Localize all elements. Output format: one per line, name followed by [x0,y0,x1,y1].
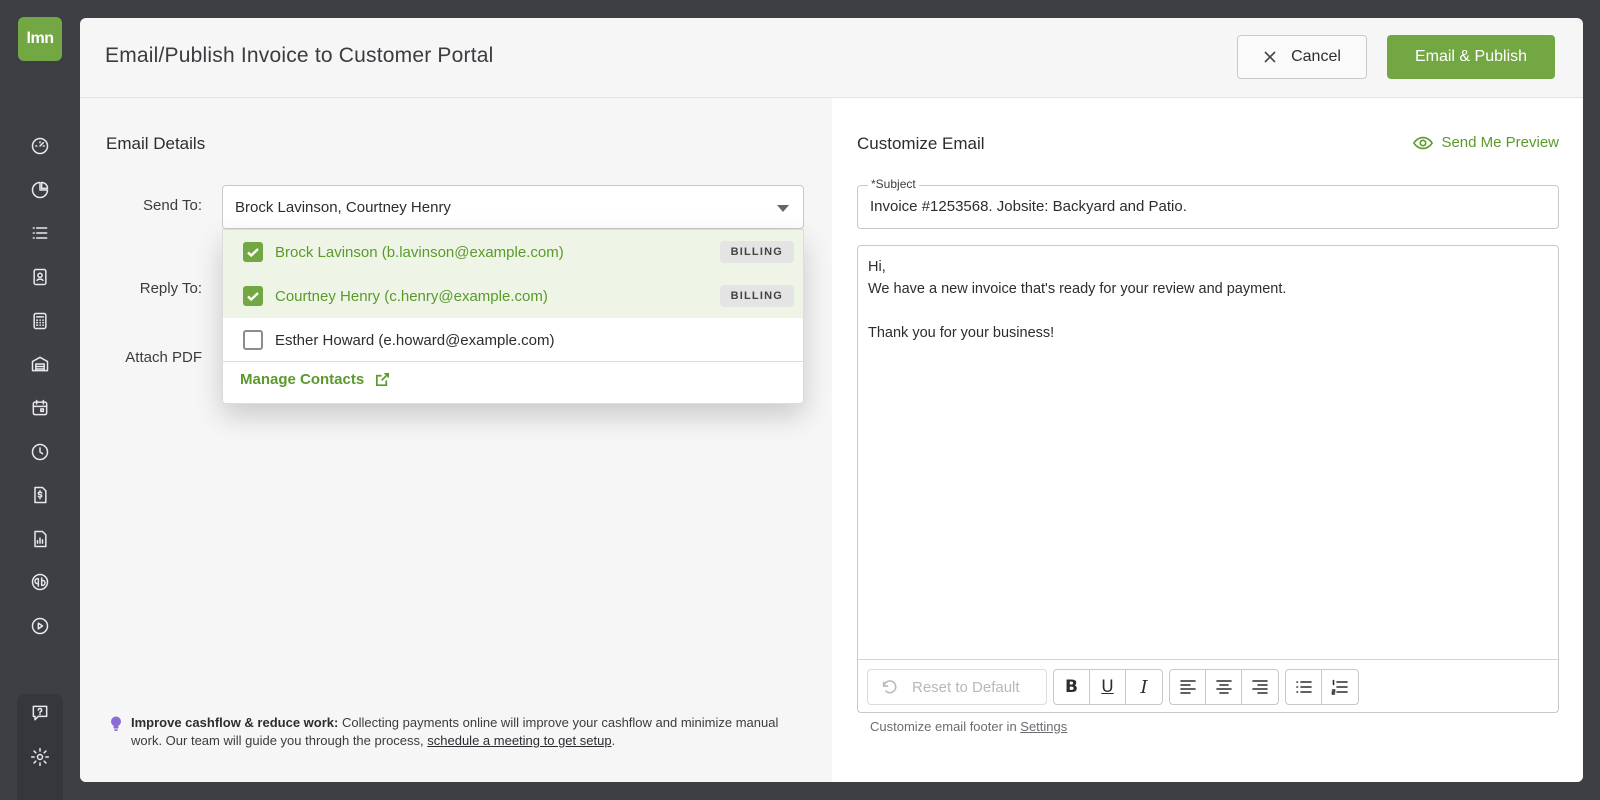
external-link-icon [376,372,390,387]
subject-label: *Subject [868,177,919,191]
contact-card-icon[interactable] [26,263,54,291]
underline-icon: U [1101,677,1114,697]
italic-button[interactable]: I [1126,670,1162,704]
send-to-label: Send To: [143,197,202,214]
text-format-group: B U I [1053,669,1163,705]
underline-button[interactable]: U [1090,670,1126,704]
send-to-select[interactable]: Brock Lavinson, Courtney Henry [222,185,804,229]
lmn-logo[interactable]: lmn [18,17,62,61]
email-details-pane: Email Details Send To: Reply To: Attach … [80,98,832,782]
undo-icon [882,680,897,694]
lightbulb-icon [111,716,121,731]
report-chart-icon[interactable] [26,525,54,553]
modal-header: Email/Publish Invoice to Customer Portal… [80,18,1583,98]
numbered-list-button[interactable] [1322,670,1358,704]
list-group [1285,669,1359,705]
billing-badge: BILLING [719,285,794,307]
pie-chart-icon[interactable] [26,176,54,204]
align-left-button[interactable] [1170,670,1206,704]
customize-email-title: Customize Email [857,134,985,153]
email-body-editor[interactable]: Hi, We have a new invoice that's ready f… [857,245,1559,713]
chevron-down-icon [777,205,789,212]
settings-gear-icon[interactable] [26,743,54,771]
eye-icon [1413,136,1434,149]
contact-option[interactable]: Brock Lavinson (b.lavinson@example.com) … [223,230,803,274]
dropdown-divider [223,361,803,362]
checkbox-checked[interactable] [243,242,263,262]
calendar-icon[interactable] [26,394,54,422]
sidebar: lmn [0,0,78,800]
bullet-list-button[interactable] [1286,670,1322,704]
align-right-icon [1252,680,1268,694]
reply-to-label: Reply To: [139,280,202,297]
close-icon [1264,51,1276,63]
attach-pdf-label: Attach PDF [125,349,202,366]
align-left-icon [1179,680,1196,694]
email-details-title: Email Details [106,134,206,153]
contact-option[interactable]: Courtney Henry (c.henry@example.com) BIL… [223,274,803,318]
italic-icon: I [1140,676,1148,698]
align-center-icon [1215,680,1232,694]
reset-to-default-button[interactable]: Reset to Default [867,669,1047,705]
cashflow-tip: Improve cashflow & reduce work: Collecti… [108,714,788,750]
warehouse-icon[interactable] [26,350,54,378]
editor-toolbar: Reset to Default B U I [858,659,1558,713]
send-me-preview-link[interactable]: Send Me Preview [1413,134,1559,151]
clock-icon[interactable] [26,438,54,466]
numbered-list-icon [1331,679,1348,695]
subject-input[interactable]: Invoice #1253568. Jobsite: Backyard and … [870,198,1187,215]
manage-contacts-link[interactable]: Manage Contacts [240,371,391,388]
publish-invoice-modal: Email/Publish Invoice to Customer Portal… [80,18,1583,782]
quickbooks-icon[interactable] [26,568,54,596]
footer-note: Customize email footer in Settings [870,719,1068,734]
bold-button[interactable]: B [1054,670,1090,704]
invoice-dollar-icon[interactable] [26,481,54,509]
checkbox-checked[interactable] [243,286,263,306]
email-body-text[interactable]: Hi, We have a new invoice that's ready f… [868,256,1286,344]
bold-icon: B [1065,677,1078,697]
calculator-icon[interactable] [26,307,54,335]
contact-option[interactable]: Esther Howard (e.howard@example.com) [223,318,803,362]
play-icon[interactable] [26,612,54,640]
subject-field[interactable]: *Subject Invoice #1253568. Jobsite: Back… [857,177,1559,229]
checkbox-unchecked[interactable] [243,330,263,350]
help-chat-icon[interactable] [26,699,54,727]
customize-email-pane: Customize Email Send Me Preview *Subject… [832,98,1583,782]
email-publish-button[interactable]: Email & Publish [1387,35,1555,79]
bullet-list-icon [1295,681,1312,693]
contacts-dropdown: Brock Lavinson (b.lavinson@example.com) … [222,229,804,404]
modal-title: Email/Publish Invoice to Customer Portal [105,44,494,67]
align-right-button[interactable] [1242,670,1278,704]
cancel-button[interactable]: Cancel [1237,35,1367,79]
align-center-button[interactable] [1206,670,1242,704]
dashboard-icon[interactable] [26,132,54,160]
settings-link[interactable]: Settings [1020,719,1067,734]
billing-badge: BILLING [719,241,794,263]
list-icon[interactable] [26,219,54,247]
alignment-group [1169,669,1279,705]
schedule-meeting-link[interactable]: schedule a meeting to get setup [427,733,611,748]
